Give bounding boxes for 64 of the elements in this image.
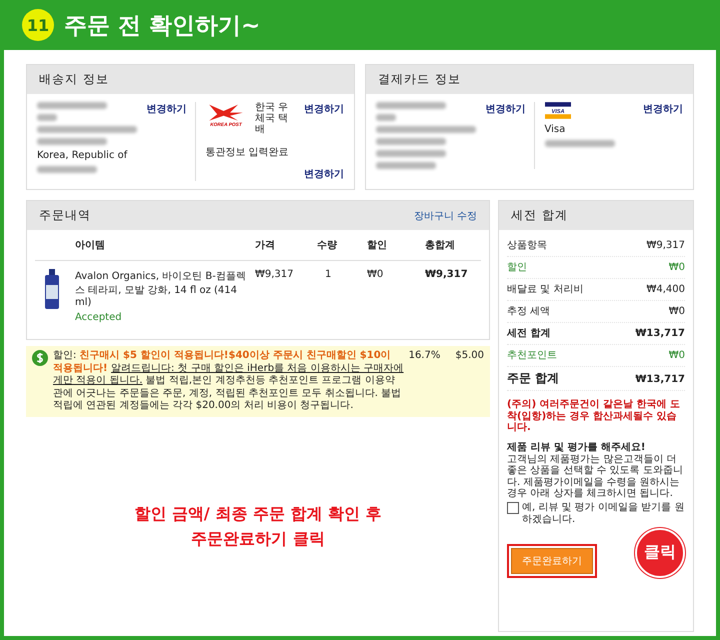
page-title: 주문 전 확인하기~ (64, 12, 260, 40)
summary-label: 상품항목 (507, 240, 547, 251)
status-text: Accepted (75, 312, 123, 323)
checkbox-label: 예, 리뷰 및 평가 이메일을 받기를 원하겠습니다. (522, 502, 685, 526)
product-name: Avalon Organics, 바이오틴 B-컴플렉스 테라피, 모발 강화, 14 fl oz (414 ml) (75, 270, 247, 308)
panel-title: 주문내역 (39, 207, 91, 224)
summary-value: ₩13,717 (635, 328, 685, 339)
summary-label: 주문 합계 (507, 372, 560, 386)
quantity-cell-text: 1 (324, 269, 332, 280)
customs-status: 통관정보 입력완료 (206, 146, 290, 159)
redacted-text (376, 102, 446, 109)
redacted-text (37, 166, 97, 173)
caption-text: 할인 금액/ 최종 주문 합계 확인 후 (134, 504, 382, 526)
column-header: 수량 (317, 239, 338, 252)
country-text: Korea, Republic of (37, 150, 128, 161)
change-link[interactable]: 변경하기 (304, 167, 344, 181)
caption-text: 주문완료하기 클릭 (191, 529, 325, 550)
column-header: 아이템 (75, 239, 106, 252)
summary-label: 배달료 및 처리비 (507, 284, 584, 295)
panel-title: 배송지 정보 (39, 72, 109, 86)
panel-title: 세전 합계 (511, 208, 568, 222)
warning-text: (주의) 여러주문건이 같은날 한국에 도착(입항)하는 경우 합산과세될수 있습니다. (507, 399, 682, 434)
summary-value: ₩0 (668, 350, 685, 361)
change-link[interactable]: 변경하기 (304, 102, 344, 116)
summary-label: 추천포인트 (507, 350, 557, 361)
column-header: 가격 (255, 239, 276, 252)
column-header: 총합계 (425, 239, 456, 252)
change-link[interactable]: 변경하기 (486, 102, 526, 116)
summary-value: ₩9,317 (646, 240, 685, 251)
notice-text: 할인: 친구매시 $5 할인이 적용됩니다!$40이상 주문시 친구매할인 $10이 적용됩니다! 알려드립니다: 첫 구매 할인은 iHerb를 처음 이용하시는 구매자에게만 적용이 됩니다. 불법 적립,본인 계정추천등 추천포인트 프로그램 이용약관에 어긋나는 주문들은 주문, 계정, 적립된 추천포인트 모두 취소됩니다. 불법적립에 연관된 계정들에는 각각 $20.00의 처리 비용이 청구됩니다. (53, 350, 404, 412)
redacted-text (544, 140, 614, 147)
price-cell-text: ₩9,317 (255, 269, 295, 280)
redacted-text (376, 150, 446, 157)
redacted-text (376, 138, 446, 145)
summary-value: ₩13,717 (635, 374, 685, 385)
redacted-text (376, 162, 436, 169)
click-callout: 클릭 (635, 528, 685, 578)
dollar-icon (32, 350, 48, 366)
change-link[interactable]: 변경하기 (643, 102, 683, 116)
amount-text: $5.00 (455, 350, 484, 361)
change-link[interactable]: 변경하기 (146, 102, 186, 116)
redacted-text (37, 138, 107, 145)
redacted-text (37, 114, 57, 121)
carrier-name: 한국 우체국 택배 (254, 102, 289, 135)
bottle-icon (44, 269, 60, 309)
summary-label: 추정 세액 (507, 306, 550, 317)
card-type: Visa (544, 124, 566, 135)
total-cell-text: ₩9,317 (425, 269, 469, 280)
summary-value: ₩0 (668, 306, 685, 317)
redacted-text (376, 114, 396, 121)
review-text: 고객님의 제품평가는 많은고객들이 더 좋은 상품을 선택할 수 있도록 도와줍니다. 제품평가이메일을 수령을 원하시는 경우 아래 상자를 체크하시면 됩니다. (507, 454, 684, 500)
percent-text: 16.7% (408, 350, 440, 361)
summary-label: 세전 합계 (507, 328, 550, 339)
summary-label: 할인 (507, 262, 527, 273)
review-title: 제품 리뷰 및 평가를 해주세요! (507, 440, 646, 454)
discount-cell-text: ₩0 (367, 269, 384, 280)
summary-value: ₩0 (668, 262, 685, 273)
step-badge: 11 (22, 9, 54, 41)
column-header: 할인 (367, 239, 388, 252)
summary-value: ₩4,400 (646, 284, 685, 295)
redacted-text (37, 102, 107, 109)
review-checkbox[interactable] (507, 502, 519, 514)
panel-title: 결제카드 정보 (378, 72, 461, 86)
edit-cart-link[interactable]: 장바구니 수정 (414, 208, 477, 222)
